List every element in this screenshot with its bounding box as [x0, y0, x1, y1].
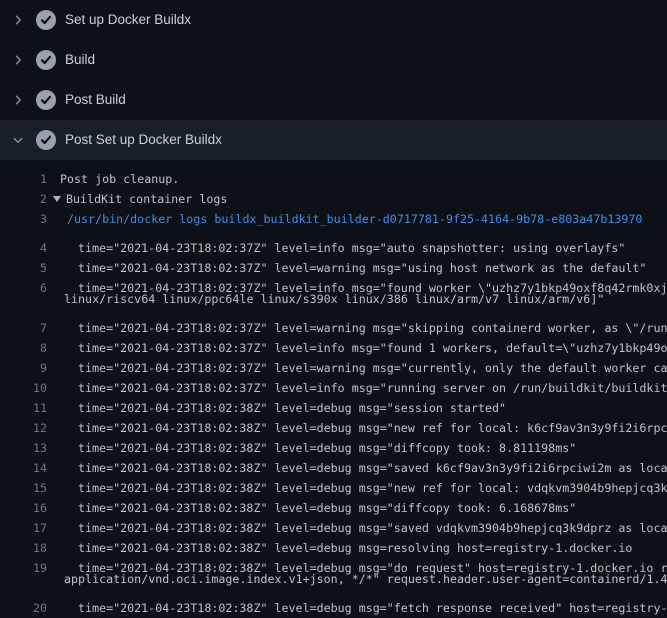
line-number[interactable]: 19	[0, 558, 47, 569]
log-line: 20time="2021-04-23T18:02:38Z" level=debu…	[0, 589, 667, 609]
line-number[interactable]: 2	[0, 189, 47, 209]
line-number[interactable]: 5	[0, 258, 47, 269]
log-line-continuation: application/vnd.oci.image.index.v1+json,…	[0, 569, 667, 589]
step-label: Build	[65, 40, 95, 80]
chevron-right-icon	[11, 13, 25, 27]
log-text: time="2021-04-23T18:02:37Z" level=info m…	[47, 338, 667, 349]
log-line: 4time="2021-04-23T18:02:37Z" level=info …	[0, 229, 667, 249]
chevron-right-icon	[11, 93, 25, 107]
log-line: 7time="2021-04-23T18:02:37Z" level=warni…	[0, 309, 667, 329]
check-circle-icon	[36, 10, 56, 30]
triangle-down-icon[interactable]	[53, 196, 61, 202]
log-text: time="2021-04-23T18:02:37Z" level=warnin…	[47, 358, 667, 369]
log-text: time="2021-04-23T18:02:38Z" level=debug …	[47, 518, 667, 529]
step-label: Post Build	[65, 80, 126, 120]
log-area: 1Post job cleanup.2 BuildKit container lo…	[0, 160, 667, 609]
log-text: linux/riscv64 linux/ppc64le linux/s390x …	[47, 289, 604, 309]
log-text: time="2021-04-23T18:02:37Z" level=info m…	[47, 278, 667, 289]
chevron-right-icon	[11, 53, 25, 67]
step-label: Set up Docker Buildx	[65, 0, 191, 40]
log-text: time="2021-04-23T18:02:38Z" level=debug …	[47, 418, 667, 429]
line-number[interactable]: 12	[0, 418, 47, 429]
line-number[interactable]: 16	[0, 498, 47, 509]
line-number[interactable]: 4	[0, 238, 47, 249]
check-circle-icon	[36, 50, 56, 70]
step-row-build[interactable]: Build	[0, 40, 667, 80]
log-text: time="2021-04-23T18:02:38Z" level=debug …	[47, 498, 576, 509]
line-number	[0, 569, 47, 589]
log-line: 1Post job cleanup.	[0, 169, 667, 189]
log-text: time="2021-04-23T18:02:37Z" level=warnin…	[47, 318, 667, 329]
log-line-continuation: linux/riscv64 linux/ppc64le linux/s390x …	[0, 289, 667, 309]
line-number[interactable]: 1	[0, 169, 47, 189]
line-number[interactable]: 17	[0, 518, 47, 529]
log-text: time="2021-04-23T18:02:37Z" level=info m…	[47, 238, 625, 249]
group-title[interactable]: BuildKit container logs	[66, 192, 227, 206]
log-line: 2 BuildKit container logs	[0, 189, 667, 209]
step-label: Post Set up Docker Buildx	[65, 120, 222, 160]
step-row-post-build[interactable]: Post Build	[0, 80, 667, 120]
line-number[interactable]: 18	[0, 538, 47, 549]
line-number[interactable]: 9	[0, 358, 47, 369]
log-text: application/vnd.oci.image.index.v1+json,…	[47, 569, 667, 589]
log-line: 3/usr/bin/docker logs buildx_buildkit_bu…	[0, 209, 667, 229]
log-text: time="2021-04-23T18:02:38Z" level=debug …	[47, 538, 632, 549]
log-text: time="2021-04-23T18:02:37Z" level=info m…	[47, 378, 667, 389]
log-text: time="2021-04-23T18:02:37Z" level=warnin…	[47, 258, 646, 269]
check-circle-icon	[36, 90, 56, 110]
line-number[interactable]: 7	[0, 318, 47, 329]
log-text: time="2021-04-23T18:02:38Z" level=debug …	[47, 458, 667, 469]
step-row-set-up-docker-buildx[interactable]: Set up Docker Buildx	[0, 0, 667, 40]
line-number[interactable]: 11	[0, 398, 47, 409]
check-circle-icon	[36, 130, 56, 150]
log-text: time="2021-04-23T18:02:38Z" level=debug …	[47, 438, 576, 449]
line-number[interactable]: 8	[0, 338, 47, 349]
log-text: time="2021-04-23T18:02:38Z" level=debug …	[47, 398, 506, 409]
log-text: time="2021-04-23T18:02:38Z" level=debug …	[47, 478, 667, 489]
log-text: Post job cleanup.	[47, 169, 179, 189]
step-row-post-set-up-docker-buildx[interactable]: Post Set up Docker Buildx	[0, 120, 667, 160]
steps-list: Set up Docker BuildxBuildPost BuildPost …	[0, 0, 667, 160]
line-number	[0, 289, 47, 309]
line-number[interactable]: 6	[0, 278, 47, 289]
log-text: BuildKit container logs	[47, 189, 227, 209]
line-number[interactable]: 14	[0, 458, 47, 469]
line-number[interactable]: 10	[0, 378, 47, 389]
line-number[interactable]: 3	[0, 209, 47, 229]
line-number[interactable]: 15	[0, 478, 47, 489]
line-number[interactable]: 13	[0, 438, 47, 449]
log-text: time="2021-04-23T18:02:38Z" level=debug …	[47, 558, 667, 569]
chevron-down-icon	[11, 133, 25, 147]
command-text: /usr/bin/docker logs buildx_buildkit_bui…	[47, 209, 642, 229]
